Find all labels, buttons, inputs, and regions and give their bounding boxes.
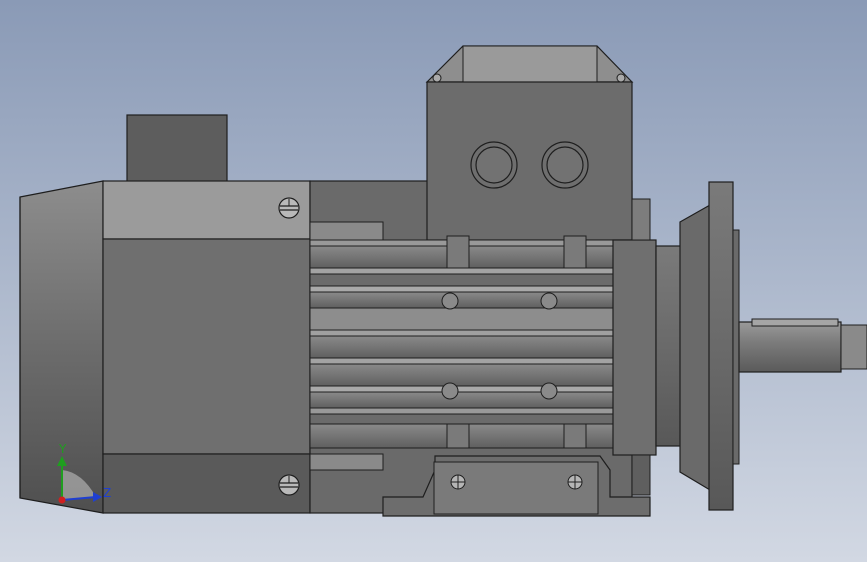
cable-gland-icon <box>541 141 589 189</box>
rear-housing <box>102 180 311 514</box>
cad-viewport[interactable]: Y Z <box>0 0 867 562</box>
front-end-shield <box>612 198 711 496</box>
cooling-fins <box>309 221 614 471</box>
axis-label-y: Y <box>59 442 67 456</box>
terminal-box <box>425 45 634 241</box>
motor-model[interactable] <box>0 0 867 562</box>
screw-icon <box>278 474 300 496</box>
output-shaft <box>738 318 867 373</box>
screw-icon <box>278 197 300 219</box>
top-rear-box <box>126 114 228 183</box>
axis-label-z: Z <box>103 486 112 500</box>
flange <box>708 181 740 511</box>
cable-gland-icon <box>470 141 518 189</box>
